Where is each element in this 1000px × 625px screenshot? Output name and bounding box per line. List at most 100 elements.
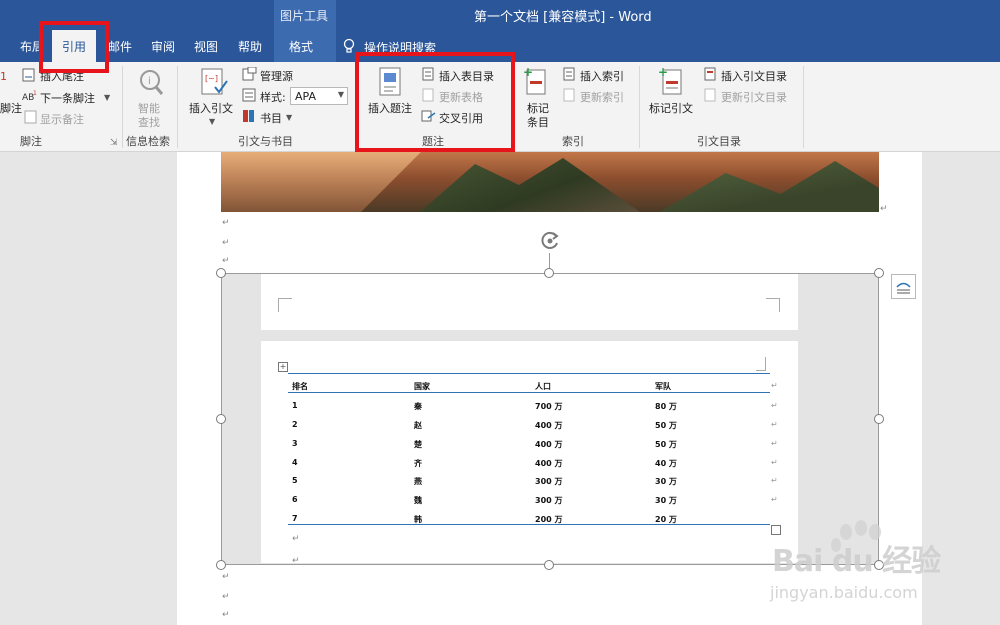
style-icon <box>242 88 256 102</box>
table-cell: 6 <box>292 495 298 504</box>
table-cell: 700 万 <box>535 402 563 411</box>
svg-text:+: + <box>658 66 668 79</box>
table-cell: 韩 <box>414 515 422 524</box>
resize-handle-bottom[interactable] <box>544 560 554 570</box>
table-cell: 楚 <box>414 440 422 449</box>
tab-help[interactable]: 帮助 <box>238 38 262 55</box>
rotate-handle-icon[interactable] <box>539 230 561 252</box>
dialog-launcher-icon[interactable]: ⇲ <box>110 138 118 148</box>
tab-mailings[interactable]: 邮件 <box>108 38 132 55</box>
table-cell: 30 万 <box>655 496 677 505</box>
layout-options-button[interactable] <box>891 274 916 299</box>
smart-lookup-button-line2: 查找 <box>138 116 160 129</box>
row-end-mark: ↵ <box>771 476 778 485</box>
row-end-mark: ↵ <box>771 381 778 390</box>
mark-entry-button-line2: 条目 <box>527 116 549 129</box>
manage-sources-button[interactable]: 管理源 <box>260 68 293 84</box>
group-divider <box>177 66 178 148</box>
chevron-down-icon[interactable]: ▼ <box>209 117 215 126</box>
paragraph-mark: ↵ <box>222 592 230 602</box>
crop-corner <box>756 357 766 371</box>
resize-handle-top-left[interactable] <box>216 268 226 278</box>
insert-toa-icon <box>704 67 716 81</box>
insert-citation-button[interactable]: 插入引文 <box>189 100 233 116</box>
insert-index-button[interactable]: 插入索引 <box>580 68 624 84</box>
table-cell: 400 万 <box>535 459 563 468</box>
resize-handle-right[interactable] <box>874 414 884 424</box>
highlight-references-tab <box>39 21 109 73</box>
svg-text:+: + <box>523 66 533 79</box>
show-notes-button[interactable]: 显示备注 <box>40 111 84 127</box>
resize-handle-top[interactable] <box>544 268 554 278</box>
highlight-captions-group <box>355 52 515 152</box>
tab-format[interactable]: 格式 <box>289 38 313 55</box>
table-cell: 300 万 <box>535 477 563 486</box>
lightbulb-icon[interactable] <box>342 38 356 54</box>
resize-handle-left[interactable] <box>216 414 226 424</box>
resize-handle-bottom-left[interactable] <box>216 560 226 570</box>
tab-review[interactable]: 审阅 <box>151 38 175 55</box>
svg-text:[~]: [~] <box>205 74 218 83</box>
bibliography-button[interactable]: 书目 <box>260 110 282 126</box>
paragraph-mark: ↵ <box>222 256 230 266</box>
mark-entry-icon: + <box>523 66 546 95</box>
table-cell: 7 <box>292 514 298 523</box>
paragraph-mark: ↵ <box>292 556 300 566</box>
table-top-rule <box>288 373 770 374</box>
group-label-research: 信息检索 <box>126 135 170 148</box>
style-label: 样式: <box>260 91 286 104</box>
picture-page-top <box>261 274 798 330</box>
picture-page-bottom <box>261 341 798 563</box>
mark-citation-button[interactable]: 标记引文 <box>649 100 693 116</box>
table-cell: 1 <box>292 401 298 410</box>
picture-tools-label: 图片工具 <box>280 9 329 23</box>
crop-corner <box>278 298 292 312</box>
tab-view[interactable]: 视图 <box>194 38 218 55</box>
table-cell: 200 万 <box>535 515 563 524</box>
table-header-army: 军队 <box>655 382 671 391</box>
chevron-down-icon[interactable]: ▼ <box>286 113 292 122</box>
paragraph-mark: ↵ <box>222 610 230 620</box>
citation-style-dropdown[interactable]: APA ▼ <box>290 87 348 105</box>
table-cell: 400 万 <box>535 440 563 449</box>
table-header-population: 人口 <box>535 382 551 391</box>
table-cell: 4 <box>292 458 298 467</box>
resize-handle-top-right[interactable] <box>874 268 884 278</box>
insert-footnote-button[interactable]: 脚注 <box>0 100 22 116</box>
table-bottom-rule <box>288 524 770 525</box>
insert-toa-button[interactable]: 插入引文目录 <box>721 68 787 84</box>
update-index-button[interactable]: 更新索引 <box>580 89 624 105</box>
paragraph-mark: ↵ <box>222 572 230 582</box>
table-cell: 秦 <box>414 402 422 411</box>
update-toa-icon <box>704 88 716 102</box>
group-divider <box>803 66 804 148</box>
insert-citation-icon: [~] <box>201 68 228 95</box>
mark-citation-icon: + <box>658 66 682 95</box>
crop-corner <box>766 298 780 312</box>
table-header-rule <box>288 392 770 393</box>
update-index-icon <box>563 88 575 102</box>
row-end-mark: ↵ <box>771 420 778 429</box>
table-cell: 齐 <box>414 459 422 468</box>
watermark-text: Bai du 经验 <box>772 544 941 579</box>
table-cell: 20 万 <box>655 515 677 524</box>
window-title: 第一个文档 [兼容模式] - Word <box>474 10 652 25</box>
paragraph-mark: ↵ <box>222 218 230 228</box>
update-toa-button[interactable]: 更新引文目录 <box>721 89 787 105</box>
group-label-index: 索引 <box>562 135 584 148</box>
table-cell: 3 <box>292 439 298 448</box>
paragraph-mark: ↵ <box>222 238 230 248</box>
table-cell: 30 万 <box>655 477 677 486</box>
table-move-handle-icon[interactable]: + <box>278 362 288 372</box>
footnote-number: 1 <box>0 70 7 83</box>
row-end-mark: ↵ <box>771 401 778 410</box>
next-footnote-button[interactable]: 下一条脚注 <box>40 90 95 106</box>
paragraph-mark: ↵ <box>292 534 300 544</box>
group-label-citations: 引文与书目 <box>238 135 293 148</box>
svg-text:i: i <box>148 76 151 87</box>
table-cell: 魏 <box>414 496 422 505</box>
table-cell: 400 万 <box>535 421 563 430</box>
paragraph-mark: ↵ <box>880 204 888 214</box>
table-cell: 40 万 <box>655 459 677 468</box>
chevron-down-icon[interactable]: ▼ <box>104 93 110 102</box>
